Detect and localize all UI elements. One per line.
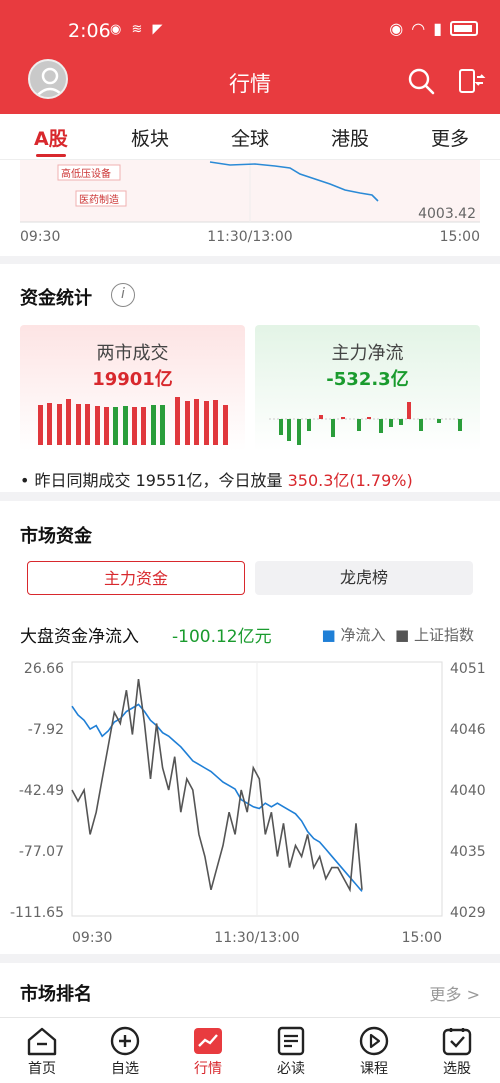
index-chart-card: 高低压设备 医药制造 4003.42 09:30 11:30/13:00 15:… — [0, 160, 500, 256]
y-left-tick: -111.65 — [10, 905, 64, 921]
y-left-tick: -77.07 — [19, 844, 64, 860]
turnover-bars — [38, 397, 228, 445]
y-right-tick: 4040 — [450, 783, 486, 799]
net-inflow-value: -100.12亿元 — [172, 627, 272, 647]
home-icon — [27, 1027, 57, 1056]
x-tick: 15:00 — [402, 930, 442, 946]
more-link[interactable]: 更多 > — [430, 981, 481, 1005]
wifi-icon: ◠ — [411, 19, 426, 38]
y-left-tick: -7.92 — [28, 722, 64, 738]
x-tick: 11:30/13:00 — [214, 930, 299, 946]
turnover-box[interactable]: 两市成交 19901亿 — [20, 325, 245, 451]
notification-icons: ◉ ≋ ◤ — [110, 22, 166, 37]
tab-more[interactable]: 更多 — [431, 124, 469, 151]
market-tabs: A股 板块 全球 港股 更多 — [0, 114, 500, 160]
nav-stock-picker[interactable]: 选股 — [427, 1026, 487, 1078]
search-icon[interactable] — [406, 66, 436, 96]
status-time: 2:06 — [68, 20, 111, 42]
net-inflow-title: 大盘资金净流入 — [20, 627, 139, 647]
nav-courses[interactable]: 课程 — [344, 1026, 404, 1078]
nav-market[interactable]: 行情 — [178, 1026, 238, 1078]
nav-must-read[interactable]: 必读 — [261, 1026, 321, 1078]
legend-net-inflow: 净流入 — [340, 626, 386, 644]
volume-note-text: • 昨日同期成交 19551亿，今日放量 — [20, 471, 288, 490]
trend-chart-icon — [194, 1028, 222, 1054]
nav-stock-picker-label: 选股 — [443, 1061, 471, 1077]
tab-global[interactable]: 全球 — [231, 124, 269, 151]
market-rank-title: 市场排名 — [20, 984, 92, 1005]
nav-watchlist-label: 自选 — [111, 1061, 139, 1077]
y-left-tick: 26.66 — [24, 661, 64, 677]
y-right-tick: 4046 — [450, 722, 486, 738]
fund-stats-title: 资金统计 — [20, 288, 92, 309]
app-header: 行情 — [0, 59, 500, 114]
volume-note-value: 350.3亿(1.79%) — [287, 471, 413, 490]
x-tick: 09:30 — [72, 930, 112, 946]
net-inflow-chart[interactable]: 26.66 -7.92 -42.49 -77.07 -111.65 4051 4046 40… — [0, 654, 500, 954]
main-flow-bars — [269, 402, 465, 445]
document-icon — [277, 1026, 305, 1056]
nav-market-label: 行情 — [194, 1061, 222, 1077]
tab-indicator — [36, 154, 66, 157]
time-label-close: 15:00 — [440, 229, 480, 245]
y-right-tick: 4051 — [450, 661, 486, 677]
nav-watchlist[interactable]: 自选 — [95, 1026, 155, 1078]
nav-home[interactable]: 首页 — [12, 1026, 72, 1078]
status-bar: 2:06 ◉ ≋ ◤ ◉ ◠ ▮ — [0, 0, 500, 62]
index-mini-chart[interactable]: 高低压设备 医药制造 4003.42 09:30 11:30/13:00 15:… — [0, 160, 500, 256]
info-icon[interactable]: i — [111, 283, 135, 307]
alert-icon: ▮ — [433, 19, 442, 38]
low-price-label: 4003.42 — [418, 206, 476, 222]
switch-device-icon[interactable] — [456, 66, 486, 96]
market-funds-title: 市场资金 — [20, 526, 92, 547]
nav-must-read-label: 必读 — [277, 1061, 305, 1077]
nav-home-label: 首页 — [28, 1061, 56, 1077]
bottom-nav: 首页 自选 行情 必读 课程 选股 — [0, 1017, 500, 1083]
tag-pharma: 医药制造 — [79, 193, 119, 206]
y-right-tick: 4029 — [450, 905, 486, 921]
tab-a-shares[interactable]: A股 — [34, 124, 68, 151]
y-left-tick: -42.49 — [19, 783, 64, 799]
volume-note: • 昨日同期成交 19551亿，今日放量 350.3亿(1.79%) — [20, 467, 413, 491]
tab-sectors[interactable]: 板块 — [131, 124, 169, 151]
plus-circle-icon — [110, 1026, 140, 1056]
nav-courses-label: 课程 — [360, 1061, 388, 1077]
legend-sse-index: 上证指数 — [413, 626, 474, 644]
eye-icon: ◉ — [389, 19, 404, 38]
main-flow-box[interactable]: 主力净流 -532.3亿 — [255, 325, 480, 451]
tab-hk-shares[interactable]: 港股 — [331, 124, 369, 151]
checklist-icon — [442, 1028, 472, 1056]
time-label-noon: 11:30/13:00 — [207, 229, 292, 245]
battery-icon — [450, 21, 478, 36]
tag-high-low-voltage: 高低压设备 — [61, 167, 111, 180]
time-label-open: 09:30 — [20, 229, 60, 245]
y-right-tick: 4035 — [450, 844, 486, 860]
chart-legend: ■ 净流入 ■ 上证指数 — [321, 626, 474, 644]
segment-dragon-tiger[interactable]: 龙虎榜 — [255, 561, 473, 595]
play-circle-icon — [359, 1026, 389, 1056]
system-icons: ◉ ◠ ▮ — [389, 19, 478, 38]
segment-main-funds[interactable]: 主力资金 — [27, 561, 245, 595]
